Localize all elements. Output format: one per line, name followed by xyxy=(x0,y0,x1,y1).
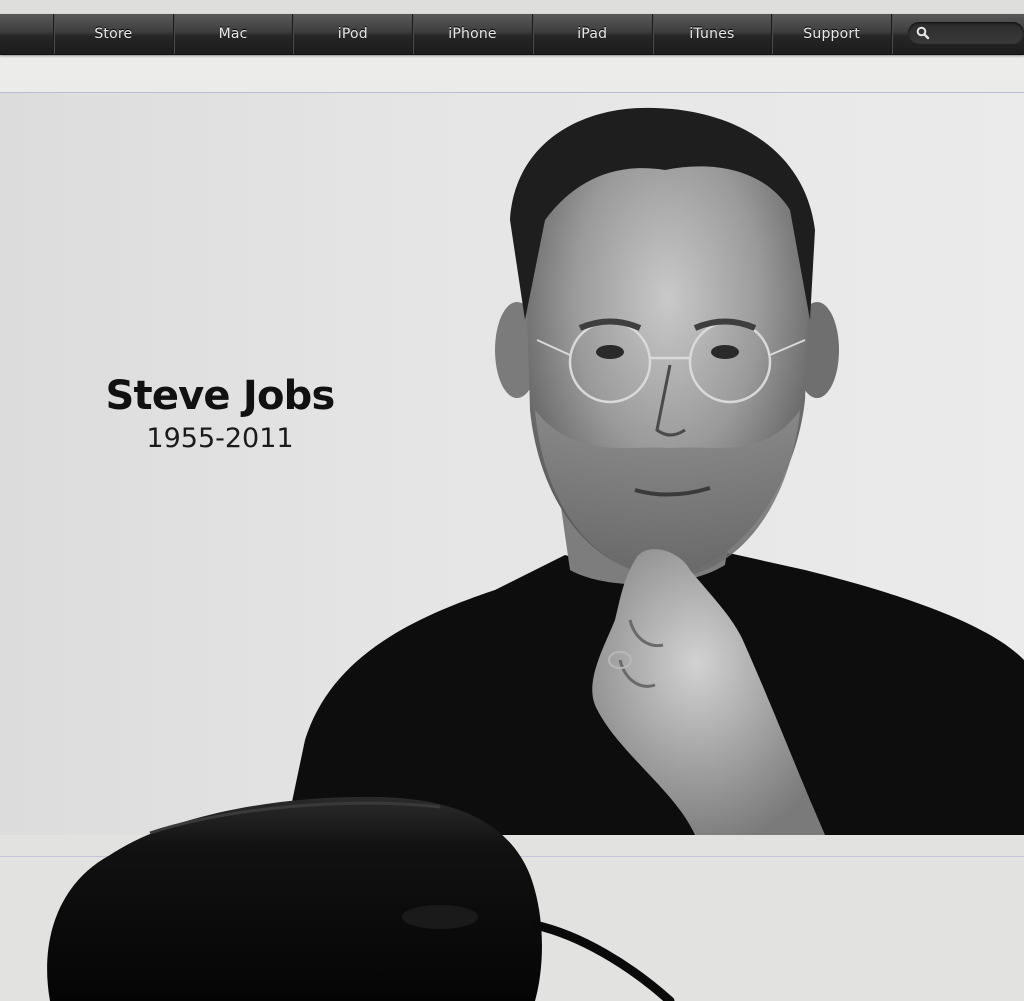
browser-top-edge xyxy=(0,0,1024,14)
nav-item-ipod[interactable]: iPod xyxy=(293,14,414,54)
nav-item-support[interactable]: Support xyxy=(772,14,893,54)
nav-item-iphone[interactable]: iPhone xyxy=(413,14,533,54)
nav-item-mac[interactable]: Mac xyxy=(174,14,294,54)
global-nav-bar: Store Mac iPod iPhone iPad iTunes Suppor… xyxy=(0,14,1024,55)
nav-item-store[interactable]: Store xyxy=(54,14,174,54)
nav-item-itunes[interactable]: iTunes xyxy=(653,14,773,54)
search-icon xyxy=(916,26,930,40)
computer-mouse-foreground xyxy=(47,796,675,1001)
search-field[interactable] xyxy=(908,22,1024,44)
apple-logo-slot[interactable] xyxy=(0,14,54,54)
nav-item-ipad[interactable]: iPad xyxy=(533,14,653,54)
portrait-photo xyxy=(285,107,1024,835)
monitor-screen: Store Mac iPod iPhone iPad iTunes Suppor… xyxy=(0,0,1024,1001)
